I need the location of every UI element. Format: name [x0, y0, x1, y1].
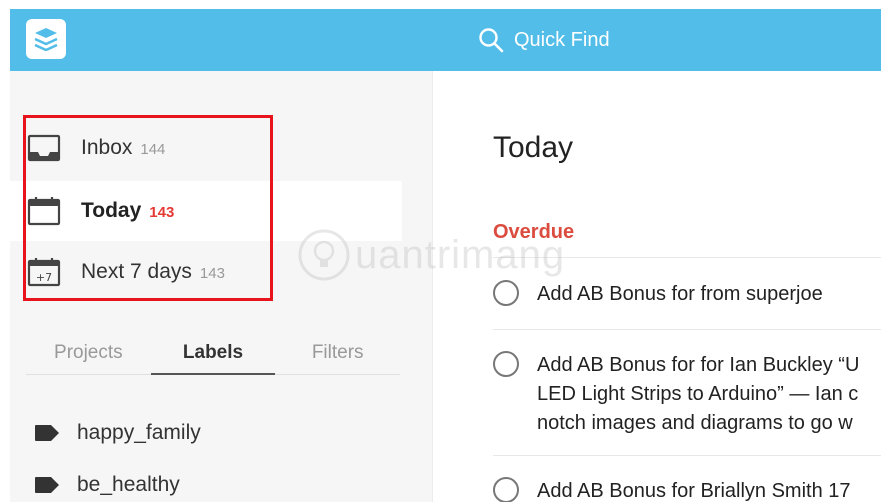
inbox-count: 144: [140, 141, 166, 158]
calendar-plus7-icon: +7: [27, 258, 61, 287]
tab-projects[interactable]: Projects: [26, 333, 151, 374]
quick-find-button[interactable]: Quick Find: [478, 25, 610, 55]
svg-text:+7: +7: [36, 271, 52, 284]
task-text-line: Add AB Bonus for from superjoe: [537, 283, 823, 305]
sidebar-item-label: Today: [81, 199, 142, 222]
inbox-icon: [27, 134, 61, 162]
label-item-happy-family[interactable]: happy_family: [10, 408, 402, 458]
task-text-line: LED Light Strips to Arduino” — Ian c: [537, 383, 859, 405]
tag-icon: [35, 477, 59, 493]
today-count: 143: [149, 204, 175, 221]
divider: [493, 329, 881, 330]
sidebar: Inbox 144 Today 143 +7 Next 7 days 143 Proj…: [10, 71, 433, 502]
task-text-line: Add AB Bonus for for Ian Buckley “U: [537, 354, 860, 376]
sidebar-item-label: Inbox: [81, 136, 133, 159]
tab-labels[interactable]: Labels: [150, 333, 276, 375]
tag-icon: [35, 425, 59, 441]
task-checkbox[interactable]: [493, 280, 519, 306]
tab-filters[interactable]: Filters: [275, 333, 400, 374]
label-name: happy_family: [77, 421, 201, 444]
task-text-line: notch images and diagrams to go w: [537, 412, 853, 434]
top-bar: Quick Find: [10, 9, 881, 71]
page-title: Today: [493, 131, 574, 164]
main-content: Today Overdue Add AB Bonus for from supe…: [434, 71, 881, 502]
task-item[interactable]: Add AB Bonus for Briallyn Smith 17: [493, 477, 881, 502]
quick-find-label: Quick Find: [514, 28, 610, 51]
next-7-days-count: 143: [199, 265, 225, 282]
task-text-line: Add AB Bonus for Briallyn Smith 17: [537, 480, 851, 502]
todoist-logo-icon[interactable]: [26, 19, 66, 59]
sidebar-item-label: Next 7 days: [81, 260, 192, 283]
sidebar-item-inbox[interactable]: Inbox 144: [10, 118, 402, 178]
sidebar-tabs: Projects Labels Filters: [26, 333, 400, 375]
watermark-text: uantrimang: [355, 232, 566, 277]
watermark: uantrimang: [297, 228, 565, 282]
search-icon: [479, 28, 504, 53]
task-item[interactable]: Add AB Bonus for from superjoe: [493, 280, 881, 310]
label-name: be_healthy: [77, 473, 180, 496]
task-checkbox[interactable]: [493, 351, 519, 377]
lightbulb-icon: [298, 229, 350, 281]
calendar-icon: [27, 197, 61, 226]
label-item-be-healthy[interactable]: be_healthy: [10, 460, 402, 502]
divider: [493, 455, 881, 456]
task-checkbox[interactable]: [493, 477, 519, 502]
task-item[interactable]: Add AB Bonus for for Ian Buckley “U LED …: [493, 351, 881, 441]
